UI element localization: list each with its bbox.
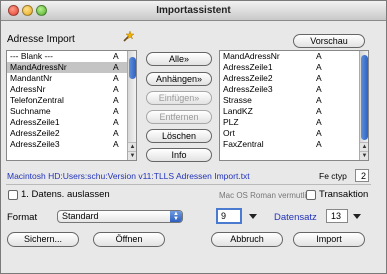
cancel-button[interactable]: Abbruch (211, 232, 283, 247)
list-item[interactable]: AdressZeile3 A (220, 84, 368, 95)
save-button[interactable]: Sichern... (7, 232, 79, 247)
import-assistant-window: Importassistent Adresse Import --- Blank… (0, 0, 387, 274)
list-item-name: AdressZeile2 (10, 128, 60, 138)
list-item-name: MandAdressNr (223, 51, 280, 61)
list-item[interactable]: LandKZ A (220, 106, 368, 117)
list-item-type: A (113, 73, 119, 83)
scroll-up-arrow-icon[interactable]: ▲ (128, 142, 136, 151)
list-item-name: AdressZeile1 (10, 117, 60, 127)
fieldtype-field[interactable]: 2 (355, 169, 369, 182)
format-select-value: Standard (62, 211, 99, 221)
record-label: Datensatz (274, 212, 317, 223)
window-title: Importassistent (156, 5, 231, 16)
list-item[interactable]: AdressZeile2 A (220, 73, 368, 84)
list-item-type: A (113, 84, 119, 94)
import-file-path: Macintosh HD:Users:schu:Version v11:TLLS… (7, 171, 250, 181)
list-item-name: MandantNr (10, 73, 53, 83)
list-item[interactable]: Ort A (220, 128, 368, 139)
target-list-scrollbar[interactable]: ▲ ▼ (359, 51, 368, 160)
open-button[interactable]: Öffnen (93, 232, 165, 247)
source-list-scrollbar[interactable]: ▲ ▼ (127, 51, 136, 160)
list-item-type: A (316, 84, 322, 94)
list-item[interactable]: AdressZeile3 A (7, 139, 136, 150)
list-item[interactable]: Strasse A (220, 95, 368, 106)
list-item-type: A (113, 117, 119, 127)
list-item[interactable]: MandAdressNr A (220, 51, 368, 62)
title-bar[interactable]: Importassistent (1, 1, 386, 21)
list-item-name: LandKZ (223, 106, 253, 116)
list-item[interactable]: FaxZentral A (220, 139, 368, 150)
source-field-list[interactable]: --- Blank --- A MandAdressNr A MandantNr A Adr… (6, 50, 137, 161)
list-item[interactable]: MandAdressNr A (7, 62, 136, 73)
list-item-type: A (113, 62, 119, 72)
list-item-type: A (316, 139, 322, 149)
list-item-type: A (113, 95, 119, 105)
list-item-name: AdressZeile3 (10, 139, 60, 149)
skip-first-record-label: 1. Datens. auslassen (21, 189, 110, 200)
list-item-name: AdressNr (10, 84, 46, 94)
list-item[interactable]: AdressZeile2 A (7, 128, 136, 139)
add-all-button[interactable]: Alle» (146, 52, 212, 66)
list-item-name: AdressZeile2 (223, 73, 273, 83)
list-item[interactable]: MandantNr A (7, 73, 136, 84)
list-item[interactable]: AdressZeile1 A (7, 117, 136, 128)
list-item[interactable]: AdressNr A (7, 84, 136, 95)
transaction-label: Transaktion (319, 189, 369, 200)
format-label: Format (7, 212, 38, 223)
delete-button[interactable]: Löschen (146, 129, 212, 143)
magic-wand-icon[interactable] (122, 30, 135, 44)
remove-button[interactable]: Entfernen (146, 110, 212, 124)
append-button[interactable]: Anhängen» (146, 72, 212, 86)
preview-button[interactable]: Vorschau (293, 34, 365, 48)
target-list-scroll-thumb[interactable] (361, 55, 368, 140)
scroll-up-arrow-icon[interactable]: ▲ (360, 142, 368, 151)
list-item-name: Ort (223, 128, 235, 138)
source-list-header: Adresse Import (7, 34, 75, 45)
list-item-type: A (316, 95, 322, 105)
divider (6, 184, 371, 185)
list-item-name: MandAdressNr (10, 62, 67, 72)
format-select[interactable]: Standard ▲ ▼ (57, 210, 183, 223)
up-down-arrows-icon: ▲ ▼ (170, 211, 182, 222)
list-item-name: Strasse (223, 95, 252, 105)
list-item-type: A (316, 128, 322, 138)
record-dropdown-icon[interactable] (353, 214, 361, 219)
list-item-type: A (316, 51, 322, 61)
list-item[interactable]: Suchname A (7, 106, 136, 117)
list-item[interactable]: TelefonZentral A (7, 95, 136, 106)
list-item-name: AdressZeile1 (223, 62, 273, 72)
list-item-type: A (113, 128, 119, 138)
list-item[interactable]: AdressZeile1 A (220, 62, 368, 73)
list-item-type: A (316, 106, 322, 116)
list-item-name: --- Blank --- (10, 51, 53, 61)
list-item-type: A (113, 139, 119, 149)
list-item-type: A (113, 106, 119, 116)
list-item[interactable]: PLZ A (220, 117, 368, 128)
target-field-list[interactable]: MandAdressNr A AdressZeile1 A AdressZeile2 A A… (219, 50, 369, 161)
list-item-name: AdressZeile3 (223, 84, 273, 94)
source-list-scroll-thumb[interactable] (129, 57, 136, 79)
list-item-name: Suchname (10, 106, 51, 116)
list-item[interactable]: --- Blank --- A (7, 51, 136, 62)
scroll-down-arrow-icon[interactable]: ▼ (360, 151, 368, 160)
list-item-type: A (316, 73, 322, 83)
list-item-name: PLZ (223, 117, 239, 127)
delimiter-field[interactable]: 9 (216, 208, 242, 224)
list-item-name: FaxZentral (223, 139, 264, 149)
list-item-name: TelefonZentral (10, 95, 64, 105)
scroll-down-arrow-icon[interactable]: ▼ (128, 151, 136, 160)
record-field[interactable]: 13 (326, 209, 348, 223)
list-item-type: A (113, 51, 119, 61)
skip-first-record-checkbox[interactable] (8, 190, 18, 200)
info-button[interactable]: Info (146, 148, 212, 162)
insert-button[interactable]: Einfügen» (146, 91, 212, 105)
transaction-checkbox[interactable] (306, 190, 316, 200)
delimiter-dropdown-icon[interactable] (249, 214, 257, 219)
list-item-type: A (316, 117, 322, 127)
list-item-type: A (316, 62, 322, 72)
fieldtype-label: Fe ctyp (319, 171, 347, 181)
encoding-hint: Mac OS Roman vermutlich (219, 191, 315, 200)
import-button[interactable]: Import (293, 232, 365, 247)
